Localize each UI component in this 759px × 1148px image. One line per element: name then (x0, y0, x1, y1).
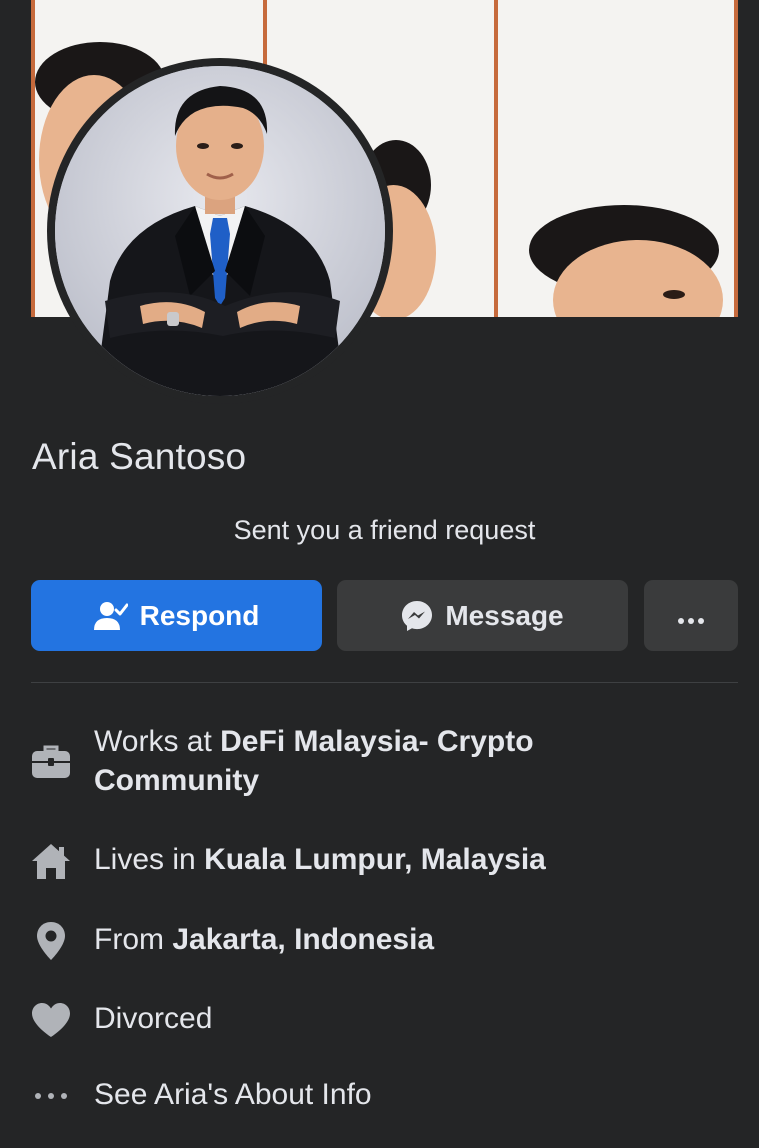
about-lives-prefix: Lives in (94, 843, 205, 876)
briefcase-icon (30, 740, 72, 782)
avatar-portrait (55, 66, 385, 396)
profile-avatar[interactable] (47, 58, 393, 404)
message-label: Message (445, 599, 564, 631)
cover-panel-divider (494, 0, 498, 317)
respond-label: Respond (139, 599, 260, 631)
heart-icon (30, 999, 72, 1041)
messenger-icon (401, 600, 433, 632)
about-lives-city[interactable]: Kuala Lumpur, Malaysia (204, 843, 546, 876)
about-work-text: Works at DeFi Malaysia- Crypto Community (94, 722, 534, 800)
about-from-text: From Jakarta, Indonesia (94, 920, 434, 959)
profile-name: Aria Santoso (32, 436, 247, 477)
profile-page: Aria Santoso Sent you a friend request R… (0, 0, 759, 1148)
about-work-employer-cont[interactable]: Community (94, 764, 259, 797)
about-work-employer[interactable]: DeFi Malaysia- Crypto (220, 725, 533, 758)
more-options-button[interactable] (644, 580, 738, 651)
home-icon (30, 840, 72, 882)
cover-figure-eye (663, 290, 685, 299)
about-work-prefix: Works at (94, 725, 221, 758)
cover-panel-divider (734, 0, 738, 317)
about-relationship-text: Divorced (94, 1002, 213, 1035)
friend-request-status: Sent you a friend request (233, 515, 536, 545)
avatar-photo (55, 66, 385, 396)
more-dots-icon (30, 1075, 72, 1117)
cover-panel-divider (31, 0, 35, 317)
about-lives-text: Lives in Kuala Lumpur, Malaysia (94, 840, 546, 879)
about-from-city[interactable]: Jakarta, Indonesia (172, 923, 434, 956)
person-check-icon (93, 601, 128, 631)
location-pin-icon (30, 920, 72, 962)
respond-button[interactable]: Respond (31, 580, 322, 651)
about-from-prefix: From (94, 923, 173, 956)
see-about-link[interactable]: See Aria's About Info (94, 1075, 372, 1114)
more-dots-icon (677, 600, 705, 632)
message-button[interactable]: Message (337, 580, 628, 651)
section-divider (31, 682, 738, 683)
